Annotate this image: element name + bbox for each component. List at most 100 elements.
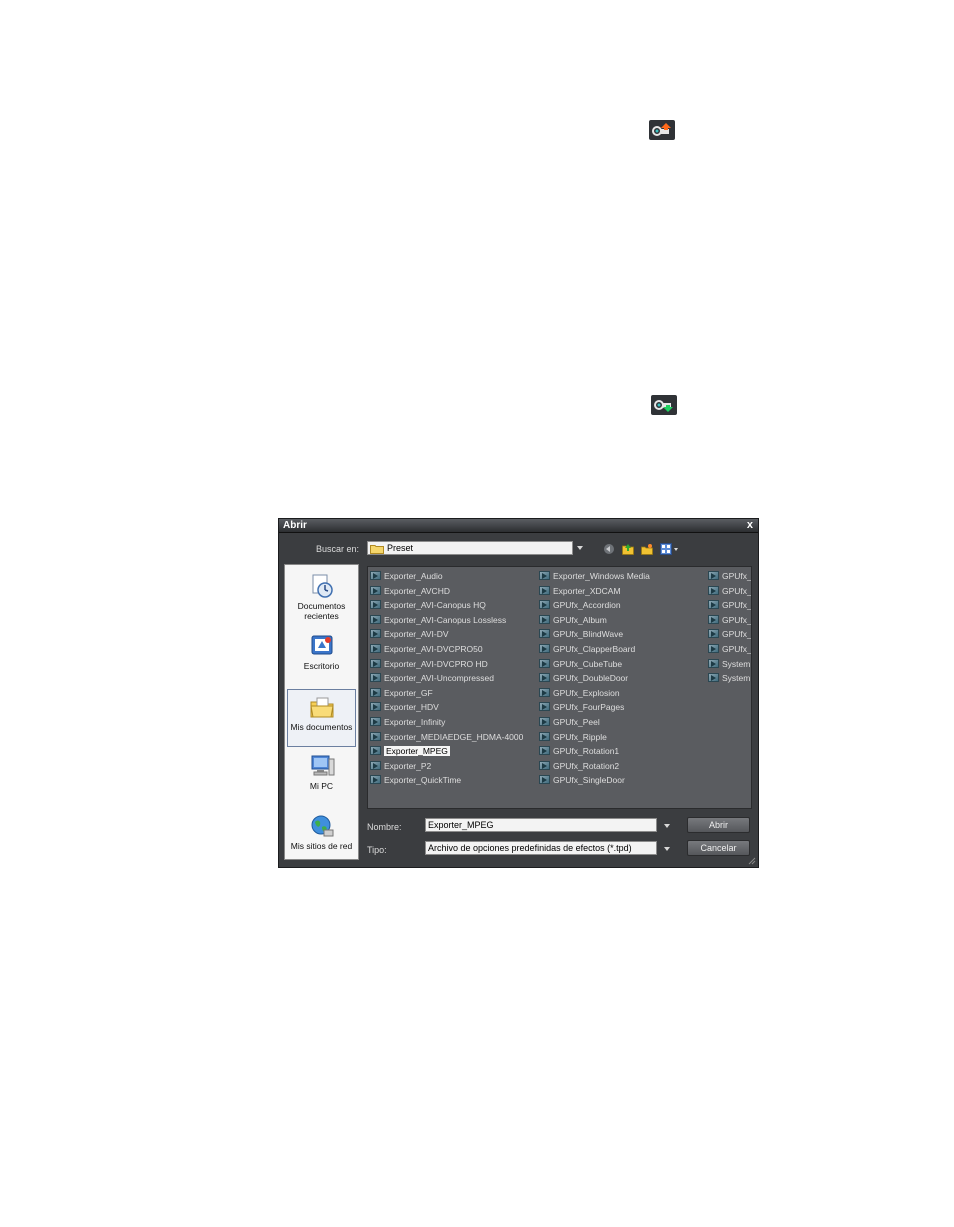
place-network[interactable]: Mis sitios de red [287,809,356,867]
file-name: GPUfx_ [722,614,752,625]
file-item[interactable]: Exporter_Infinity [370,715,523,730]
preset-file-icon [708,614,719,624]
preset-file-icon [708,643,719,653]
file-name: Exporter_AVI-Canopus Lossless [384,614,507,625]
preset-file-icon [370,673,381,683]
open-button[interactable]: Abrir [687,817,750,833]
file-name: Exporter_P2 [384,760,432,771]
look-in-dropdown-arrow[interactable] [577,546,583,550]
file-item[interactable]: GPUfx_ [708,613,752,628]
file-item[interactable]: Exporter_XDCAM [539,584,650,599]
place-label: Documentos [297,601,346,611]
preset-file-icon [539,775,550,785]
file-name: GPUfx_Accordion [553,600,621,611]
place-desktop[interactable]: Escritorio [287,629,356,687]
file-item[interactable]: GPUfx_Album [539,613,650,628]
file-item[interactable]: Exporter_AVI-Canopus Lossless [370,613,523,628]
preset-file-icon [539,571,550,580]
resize-grip-icon[interactable] [748,857,756,865]
file-type-select[interactable]: Archivo de opciones predefinidas de efec… [425,841,657,855]
preset-file-icon [708,600,719,610]
file-item[interactable]: GPUfx_ [708,569,751,584]
preset-file-icon [370,571,381,580]
file-item[interactable]: Exporter_AVI-DVCPRO50 [370,642,523,657]
file-item[interactable]: GPUfx_Ripple [539,730,650,745]
preset-file-icon [370,687,381,697]
view-menu-icon[interactable] [660,543,680,555]
file-item[interactable]: Exporter_GF [370,686,523,701]
preset-file-icon [539,731,550,741]
look-in-value: Preset [387,543,414,553]
file-item[interactable]: GPUfx_ [708,642,751,657]
file-item[interactable]: GPUfx_ClapperBoard [539,642,650,657]
file-name-dropdown-arrow[interactable] [664,824,670,828]
file-item[interactable]: GPUfx_ [708,627,752,642]
file-item[interactable]: Exporter_AVI-DVCPRO HD [370,657,523,672]
file-name: GPUfx_ClapperBoard [553,643,636,654]
file-name-input[interactable]: Exporter_MPEG [425,818,657,832]
file-name: Exporter_AVI-Canopus HQ [384,600,486,611]
file-item[interactable]: Exporter_MPEG [370,744,523,759]
preset-file-icon [539,687,550,697]
file-item[interactable]: Exporter_AVI-Uncompressed [370,671,523,686]
file-item[interactable]: GPUfx_Accordion [539,598,650,613]
file-item[interactable]: Exporter_MEDIAEDGE_HDMA-4000 [370,730,523,745]
file-item[interactable]: Exporter_AVI-DV [370,627,523,642]
up-folder-icon[interactable] [622,543,634,555]
preset-file-icon [539,585,550,595]
preset-file-icon [370,746,381,756]
file-type-dropdown-arrow[interactable] [664,847,670,851]
file-column: Exporter_Audio Exporter_AVCHD Exporter_AVI… [370,569,523,788]
file-item[interactable]: GPUfx_ [708,598,751,613]
preset-file-icon [539,614,550,624]
file-column: Exporter_Windows Media Exporter_XDCAM GPUf… [539,569,650,788]
file-item[interactable]: Exporter_Audio [370,569,523,584]
file-item[interactable]: GPUfx_DoubleDoor [539,671,650,686]
place-label: Mis sitios de red [290,841,353,851]
file-item[interactable]: GPUfx_BlindWave [539,627,650,642]
file-item[interactable]: GPUfx_Explosion [539,686,650,701]
file-item[interactable]: Exporter_AVI-Canopus HQ [370,598,523,613]
file-name: Exporter_GF [384,687,433,698]
place-recent-documents[interactable]: Documentos recientes [287,569,356,627]
file-item[interactable]: System [708,657,751,672]
file-name: GPUfx_Rotation1 [553,746,620,757]
preset-file-icon [708,571,719,580]
network-places-icon [309,813,335,839]
folder-icon [370,545,384,554]
file-item[interactable]: GPUfx_SingleDoor [539,773,650,788]
file-name: GPUfx_ [722,629,752,640]
file-name: System [722,673,751,684]
file-item[interactable]: GPUfx_CubeTube [539,657,650,672]
file-name: Exporter_Audio [384,571,443,581]
file-item[interactable]: Exporter_HDV [370,700,523,715]
close-button[interactable]: x [747,519,753,531]
file-name: Exporter_HDV [384,702,439,713]
preset-file-icon [539,643,550,653]
preset-file-icon [539,716,550,726]
file-name: GPUfx_Album [553,614,607,625]
desktop-icon [309,633,335,659]
file-item[interactable]: Exporter_QuickTime [370,773,523,788]
file-item[interactable]: Exporter_Windows Media [539,569,650,584]
place-my-computer[interactable]: Mi PC [287,749,356,807]
preset-file-icon [539,760,550,770]
file-list[interactable]: Exporter_Audio Exporter_AVCHD Exporter_AVI… [367,566,752,809]
new-folder-icon[interactable] [641,543,653,555]
file-item[interactable]: GPUfx_FourPages [539,700,650,715]
cancel-button[interactable]: Cancelar [687,840,750,856]
file-name: Exporter_MEDIAEDGE_HDMA-4000 [384,731,524,742]
back-icon[interactable] [603,543,615,555]
file-item[interactable]: GPUfx_ [708,584,751,599]
file-item[interactable]: Exporter_P2 [370,759,523,774]
file-item[interactable]: System [708,671,751,686]
look-in-select[interactable]: Preset [367,541,573,555]
preset-file-icon [708,585,719,595]
file-name: GPUfx_Peel [553,716,600,727]
place-my-documents[interactable]: Mis documentos [287,689,356,747]
file-item[interactable]: GPUfx_Rotation2 [539,759,650,774]
file-item[interactable]: Exporter_AVCHD [370,584,523,599]
file-item[interactable]: GPUfx_Peel [539,715,650,730]
file-item[interactable]: GPUfx_Rotation1 [539,744,650,759]
title-bar[interactable]: Abrir x [279,519,758,533]
